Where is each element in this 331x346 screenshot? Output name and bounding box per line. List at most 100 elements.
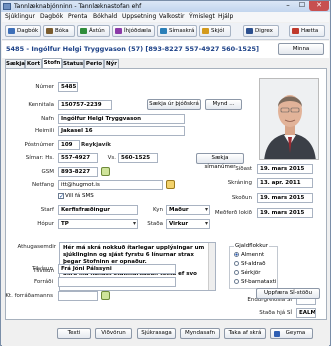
tooth-icon <box>80 28 87 34</box>
toolbar: Dagbók Bóka Ástún Íhjóðdæla Símaskrá Skj… <box>2 23 329 40</box>
gjaldflokkur-sf-aldrad-radio[interactable]: Sf-aldrað <box>234 261 266 267</box>
forradi-field[interactable] <box>58 277 176 287</box>
minimize-button[interactable]: – <box>281 1 295 11</box>
skodun-label: Skoðun <box>231 195 252 201</box>
tab-stofn[interactable]: Stofn <box>42 58 62 68</box>
skraning-field[interactable]: 13. apr. 2011 <box>257 178 313 188</box>
geyma-button[interactable]: Geyma <box>270 328 313 339</box>
toolbar-digrex-button[interactable]: Digrex <box>243 25 279 37</box>
sms-icon[interactable] <box>101 167 110 176</box>
xray-icon <box>246 28 253 34</box>
lookup-icon[interactable] <box>101 291 110 300</box>
uppfaera-si-stodu-button[interactable]: Uppfæra SÍ-stöðu <box>256 288 320 299</box>
application-window: Tannlæknabjónninn - Tannlæknastofan ehf … <box>0 0 331 346</box>
patient-record-title: 5485 - Ingólfur Helgi Tryggvason (57) [8… <box>6 45 259 53</box>
stada-hja-si-label: Staða hjá SÍ <box>259 310 292 316</box>
simar-label: Símar: Hs. <box>25 155 54 161</box>
vidvorun-button[interactable]: Viðvörun <box>95 328 132 339</box>
toolbar-haetta-button[interactable]: Hætta <box>289 25 325 37</box>
postnumer-label: Póstnúmer <box>24 142 54 148</box>
menu-item-bokhald[interactable]: Bókhald <box>93 13 117 20</box>
close-button[interactable]: ✕ <box>309 1 329 11</box>
toolbar-ihjoddaela-button[interactable]: Íhjóðdæla <box>112 25 155 37</box>
netfang-label: Netfang <box>32 182 54 188</box>
kt-forradamanns-label: Kt. forráðamanns <box>5 293 53 299</box>
folder-icon <box>202 28 209 34</box>
kyn-dropdown[interactable]: Maður <box>166 205 210 215</box>
sjukrasaga-button[interactable]: Sjúkrasaga <box>137 328 176 339</box>
mynd-button[interactable]: Mynd ... <box>205 99 242 110</box>
hopur-dropdown[interactable]: TP <box>58 219 138 229</box>
netfang-field[interactable]: itt@hugmot.is <box>58 180 163 190</box>
menu-item-valkostir[interactable]: Valkostir <box>159 13 185 20</box>
numer-label: Númer <box>35 84 54 90</box>
stadur-text: Reykjavík <box>81 142 111 148</box>
toolbar-boka-button[interactable]: Bóka <box>43 25 75 37</box>
sidast-field[interactable]: 19. mars 2015 <box>257 164 313 174</box>
menu-item-dagbok[interactable]: Dagbók <box>40 13 63 20</box>
stada-label: Staða <box>147 221 163 227</box>
texti-button[interactable]: Texti <box>57 328 91 339</box>
medferd-field[interactable]: 19. mars 2015 <box>257 208 313 218</box>
taka-af-skra-button[interactable]: Taka af skrá <box>224 328 266 339</box>
stada-dropdown[interactable]: Virkur <box>166 219 210 229</box>
tab-nyr[interactable]: Nýr <box>104 59 119 68</box>
title-bar: Tannlæknabjónninn - Tannlæknastofan ehf … <box>1 1 330 12</box>
starf-field[interactable]: Kerfisfræðingur <box>58 205 138 215</box>
toolbar-simaskra-button[interactable]: Símaskrá <box>157 25 197 37</box>
menu-item-uppsetning[interactable]: Uppsetning <box>122 13 156 20</box>
patient-photo[interactable] <box>259 78 319 160</box>
toolbar-astun-button[interactable]: Ástún <box>77 25 110 37</box>
maximize-button[interactable]: ☐ <box>295 1 309 11</box>
menu-item-prenta[interactable]: Prenta <box>68 13 87 20</box>
sidast-label: Síðast <box>235 166 252 172</box>
vs-label: Vs. <box>107 155 116 161</box>
saekja-simanumer-button[interactable]: Sækja símanúmer <box>196 153 244 170</box>
skodun-field[interactable]: 19. mars 2015 <box>257 193 313 203</box>
numer-field[interactable]: 5485 <box>58 82 78 92</box>
menu-item-hjalp[interactable]: Hjálp <box>218 13 233 20</box>
postnumer-field[interactable]: 109 <box>58 140 80 150</box>
heimili-label: Heimili <box>35 128 54 134</box>
hopur-label: Hópur <box>37 221 54 227</box>
saekja-ur-thjodskra-button[interactable]: Sækja úr þjóðskrá <box>147 99 201 110</box>
stada-hja-si-field[interactable]: EALM <box>296 308 316 318</box>
medferd-label: Meðferð lokið <box>214 210 252 216</box>
tab-saekja[interactable]: Sækja <box>5 59 25 68</box>
athugasemdir-scrollbar[interactable] <box>208 243 215 290</box>
vs-field[interactable]: 560-1525 <box>118 153 158 163</box>
gjaldflokkur-almennt-radio[interactable]: Almennt <box>234 252 264 258</box>
app-icon <box>3 3 11 10</box>
kennitala-label: Kennitala <box>28 102 54 108</box>
vill-fa-sms-checkbox[interactable]: ✓Vill fá SMS <box>58 193 94 200</box>
tab-perio[interactable]: Perio <box>84 59 104 68</box>
kyn-label: Kyn <box>153 207 163 213</box>
book-icon <box>46 28 53 34</box>
menu-item-ymislegt[interactable]: Ýmislegt <box>189 13 215 20</box>
save-icon <box>274 331 280 337</box>
minna-button[interactable]: Minna <box>278 43 324 55</box>
gjaldflokkur-sf-barnataxti-radio[interactable]: Sf-barnataxti <box>234 279 276 285</box>
toolbar-dagbok-button[interactable]: Dagbók <box>5 25 41 37</box>
hs-field[interactable]: 557-4927 <box>58 153 98 163</box>
tilvisun-row-label: Tilvísun <box>32 266 53 272</box>
calendar-icon <box>8 28 15 34</box>
starf-label: Starf <box>40 207 54 213</box>
tab-status[interactable]: Status <box>62 59 84 68</box>
tilvisun-field[interactable]: Frá Jóni Pálssyni <box>58 264 176 274</box>
patient-portrait-image <box>260 79 318 159</box>
nafn-field[interactable]: Ingólfur Helgi Tryggvason <box>58 114 185 124</box>
myndasafn-button[interactable]: Myndasafn <box>180 328 220 339</box>
kt-forradamanns-field[interactable] <box>58 291 98 301</box>
tab-kort[interactable]: Kort <box>25 59 42 68</box>
toolbar-skjol-button[interactable]: Skjól <box>199 25 231 37</box>
kennitala-field[interactable]: 150757-2239 <box>58 100 112 110</box>
heimili-field[interactable]: Jakasel 16 <box>58 126 185 136</box>
gjaldflokkur-serkjor-radio[interactable]: Sérkjör <box>234 270 260 276</box>
skraning-label: Skráning <box>227 180 252 186</box>
email-icon[interactable] <box>166 180 175 189</box>
gsm-field[interactable]: 893-8227 <box>58 167 98 177</box>
menu-item-sjuklingur[interactable]: Sjúklingur <box>5 13 35 20</box>
menu-bar: Sjúklingur Dagbók Prenta Bókhald Uppsetn… <box>2 12 329 22</box>
pump-icon <box>115 28 122 34</box>
